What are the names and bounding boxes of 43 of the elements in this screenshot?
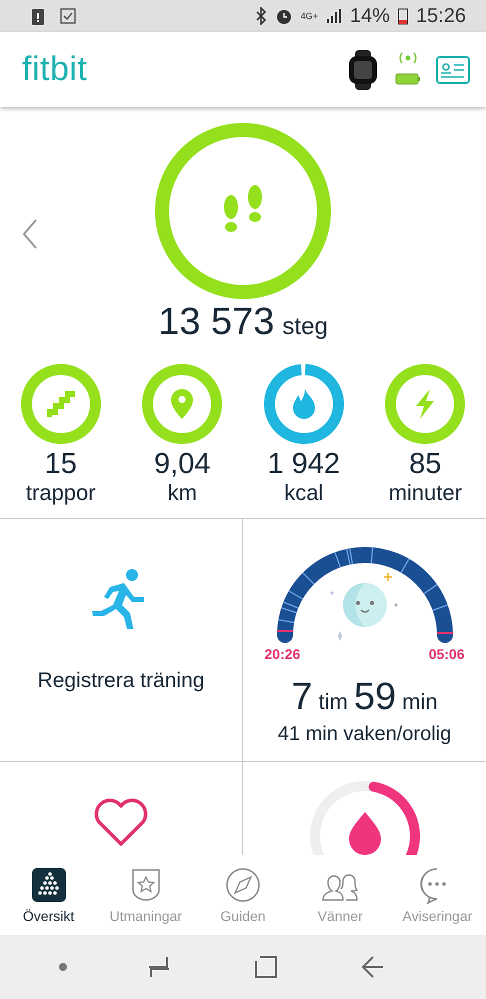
nav-tab[interactable]: Utmaningar — [97, 862, 194, 928]
nav-tab[interactable]: Aviseringar — [388, 862, 486, 928]
sleep-minutes: 59 — [354, 676, 396, 719]
compass-icon — [224, 866, 262, 904]
dot-icon — [58, 962, 68, 972]
smartwatch-icon[interactable] — [346, 50, 380, 90]
recent-apps-icon — [146, 955, 170, 979]
minutes-unit: min — [402, 689, 438, 715]
clock-time: 15:26 — [416, 4, 466, 28]
hours-unit: tim — [318, 689, 348, 715]
dots-logo-icon — [30, 866, 68, 904]
stat-value: 85 — [409, 448, 442, 480]
profile-card-icon[interactable] — [436, 56, 470, 84]
battery-alert-icon — [32, 7, 44, 25]
bluetooth-icon — [254, 7, 267, 25]
stat-unit: kcal — [284, 480, 324, 506]
chevron-left-icon — [22, 218, 38, 250]
steps-count: 13 573 — [158, 301, 274, 344]
checklist-icon — [60, 8, 76, 24]
sleep-hours: 7 — [291, 676, 313, 719]
bedtime-label: 20:26 — [264, 646, 300, 662]
stat-unit: trappor — [26, 480, 96, 506]
app-logo: fitbit — [22, 50, 88, 89]
stat-value: 1 942 — [267, 448, 340, 480]
battery-icon — [398, 7, 408, 25]
nav-tab[interactable]: Översikt — [0, 862, 98, 928]
stat-value: 15 — [44, 448, 77, 480]
battery-percent: 14% — [350, 4, 390, 28]
exercise-label: Registrera träning — [38, 669, 204, 693]
network-type-label: 4G+ — [300, 11, 318, 21]
alarm-clock-icon — [274, 7, 293, 25]
stat-unit: minuter — [388, 480, 462, 506]
back-arrow-icon — [360, 955, 384, 979]
heart-icon — [93, 798, 149, 848]
wake-time-label: 05:06 — [428, 646, 464, 662]
steps-unit: steg — [282, 313, 328, 341]
stat-value: 9,04 — [154, 448, 210, 480]
signal-icon — [326, 8, 342, 24]
awake-note: 41 min vaken/orolig — [278, 723, 452, 746]
nav-tab[interactable]: Guiden — [194, 862, 292, 928]
home-icon — [254, 955, 278, 979]
stat-unit: km — [168, 480, 197, 506]
nav-tab[interactable]: Vänner — [292, 862, 389, 928]
